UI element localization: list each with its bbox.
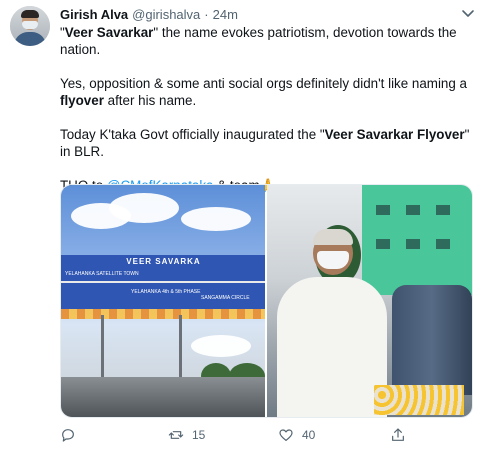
reply-icon bbox=[60, 427, 76, 443]
avatar[interactable] bbox=[10, 6, 50, 46]
tweet-actions: 15 40 bbox=[60, 426, 460, 444]
bold-flyover: flyover bbox=[60, 93, 104, 108]
tweet[interactable]: Girish Alva @girishalva · 24m "Veer Sava… bbox=[0, 0, 486, 450]
retweet-icon bbox=[168, 427, 184, 443]
photo-flyover-sign[interactable]: VEER SAVARKA YELAHANKA SATELLITE TOWN YE… bbox=[61, 185, 265, 417]
more-options-icon[interactable] bbox=[460, 8, 476, 20]
retweet-count: 15 bbox=[192, 428, 206, 442]
sign-title: VEER SAVARKA bbox=[126, 257, 201, 266]
author-name[interactable]: Girish Alva bbox=[60, 7, 128, 22]
author-handle[interactable]: @girishalva bbox=[132, 7, 200, 22]
media-grid: VEER SAVARKA YELAHANKA SATELLITE TOWN YE… bbox=[60, 184, 473, 418]
reply-button[interactable] bbox=[60, 426, 76, 444]
separator-dot: · bbox=[204, 6, 209, 22]
tweet-header: Girish Alva @girishalva · 24m bbox=[60, 5, 238, 23]
photo-inauguration[interactable] bbox=[267, 185, 472, 417]
like-count: 40 bbox=[302, 428, 316, 442]
share-icon bbox=[390, 427, 406, 443]
tweet-timestamp[interactable]: 24m bbox=[213, 7, 238, 22]
sign-right-text: SANGAMMA CIRCLE bbox=[201, 295, 250, 301]
tweet-paragraph-2: Yes, opposition & some anti social orgs … bbox=[60, 76, 467, 108]
bold-veer-savarkar: Veer Savarkar bbox=[64, 25, 154, 40]
retweet-button[interactable]: 15 bbox=[168, 426, 205, 444]
sign-left-text: YELAHANKA SATELLITE TOWN bbox=[65, 271, 139, 277]
bold-flyover-name: Veer Savarkar Flyover bbox=[324, 127, 465, 142]
flyover-signboard: VEER SAVARKA YELAHANKA SATELLITE TOWN YE… bbox=[61, 255, 265, 309]
like-button[interactable]: 40 bbox=[278, 426, 315, 444]
tweet-paragraph-3: Today K'taka Govt officially inaugurated… bbox=[60, 127, 470, 159]
tweet-paragraph-1: "Veer Savarkar" the name evokes patrioti… bbox=[60, 25, 457, 57]
sign-mid-text: YELAHANKA 4th & 5th PHASE bbox=[131, 289, 201, 295]
heart-icon bbox=[278, 427, 294, 443]
tweet-text: "Veer Savarkar" the name evokes patrioti… bbox=[60, 24, 470, 194]
share-button[interactable] bbox=[390, 426, 406, 444]
